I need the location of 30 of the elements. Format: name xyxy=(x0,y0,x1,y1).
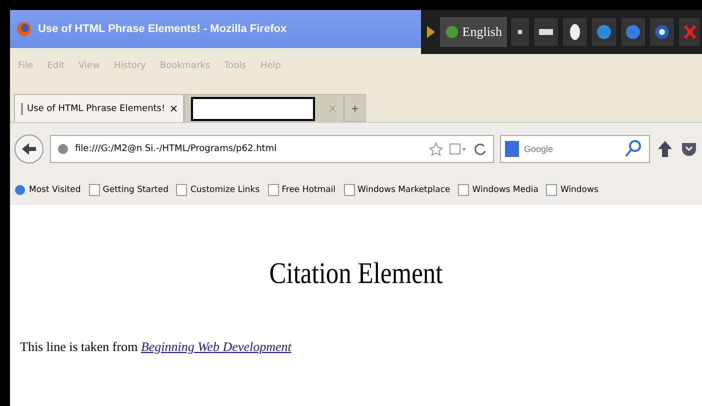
page-heading: Citation Element xyxy=(268,257,444,291)
bookmark-item[interactable]: Customize Links xyxy=(176,184,260,196)
new-tab-button[interactable]: + xyxy=(344,94,366,122)
tab-label: Use of HTML Phrase Elements! xyxy=(27,104,166,114)
window-title: Use of HTML Phrase Elements! - Mozilla Firefox xyxy=(38,23,287,35)
citation-link[interactable]: Beginning Web Development xyxy=(140,339,292,354)
home-arrow-icon[interactable] xyxy=(656,139,674,159)
mouse-icon[interactable] xyxy=(562,17,588,47)
address-bar[interactable]: file:///G:/M2@n Si.-/HTML/Programs/p62.html xyxy=(50,135,494,163)
url-text: file:///G:/M2@n Si.-/HTML/Programs/p62.html xyxy=(75,144,277,154)
browser-logo-icon xyxy=(16,21,32,37)
browser-tab[interactable]: Use of HTML Phrase Elements! × xyxy=(14,94,184,122)
help-icon[interactable] xyxy=(649,17,675,47)
bookmark-item[interactable]: Windows Marketplace xyxy=(344,184,450,196)
bookmark-item[interactable]: Windows Media xyxy=(458,184,538,196)
bookmark-item[interactable]: Getting Started xyxy=(88,184,168,196)
bookmark-item[interactable]: Most Visited xyxy=(14,184,81,196)
search-field[interactable]: Google xyxy=(500,135,650,163)
back-icon[interactable] xyxy=(14,134,44,164)
language-button[interactable]: English xyxy=(440,17,507,47)
star-icon[interactable] xyxy=(429,142,443,156)
reload-icon[interactable] xyxy=(473,142,487,156)
search-icon[interactable] xyxy=(625,140,641,158)
bookmark-item[interactable]: Windows xyxy=(546,184,598,196)
dropdown-icon[interactable] xyxy=(449,142,467,156)
bookmark-item[interactable]: Free Hotmail xyxy=(268,184,336,196)
close-icon[interactable] xyxy=(678,17,700,47)
tab-close-button[interactable]: × xyxy=(169,102,178,115)
grip-icon xyxy=(425,24,438,40)
citation-sentence: This line is taken from Beginning Web Development xyxy=(20,339,293,355)
